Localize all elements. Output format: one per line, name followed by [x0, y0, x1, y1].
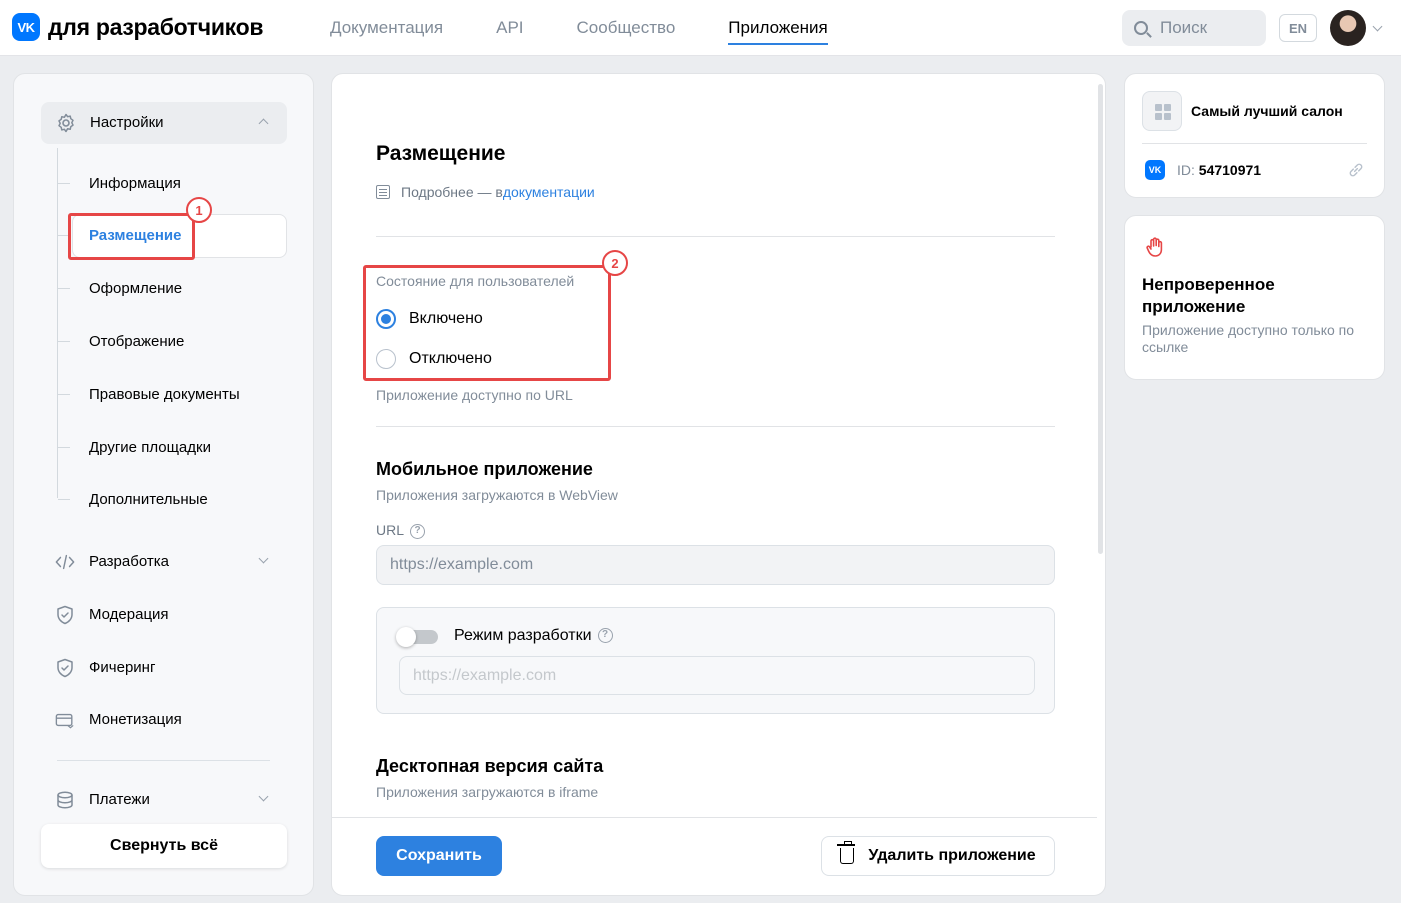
top-header: VK для разработчиков Документация API Со… — [0, 0, 1401, 56]
state-hint: Приложение доступно по URL — [376, 387, 573, 403]
help-icon[interactable]: ? — [597, 628, 613, 644]
card-divider — [1142, 143, 1367, 144]
sidebar-item-featuring[interactable]: Фичеринг — [89, 659, 155, 676]
unverified-title: Непроверенное приложение — [1142, 275, 1275, 316]
sidebar-item-development[interactable]: Разработка — [89, 553, 169, 570]
annotation-badge-1: 1 — [186, 197, 212, 223]
chevron-down-icon[interactable] — [258, 553, 269, 564]
sidebar-item-settings[interactable]: Настройки — [41, 102, 287, 144]
search-icon — [1134, 21, 1148, 35]
app-id-value: 54710971 — [1198, 162, 1262, 178]
annotation-box-1 — [68, 213, 195, 260]
chevron-down-icon[interactable] — [1372, 21, 1383, 32]
vk-logo-icon: VK — [1145, 160, 1165, 180]
avatar[interactable] — [1330, 10, 1366, 46]
doc-hint: Подробнее — в документации — [376, 184, 595, 200]
divider — [376, 236, 1055, 237]
divider — [376, 426, 1055, 427]
dev-url-input[interactable]: https://example.com — [399, 656, 1035, 695]
card-icon — [55, 713, 74, 729]
delete-app-button[interactable]: Удалить приложение — [821, 836, 1055, 876]
collapse-all-button[interactable]: Свернуть всё — [41, 824, 287, 868]
shield-check-icon — [57, 658, 73, 678]
shield-icon — [57, 605, 73, 625]
url-label: URL — [376, 522, 405, 538]
mobile-app-title: Мобильное приложение — [376, 459, 593, 479]
unverified-description: Приложение доступно только по ссылке — [1142, 322, 1355, 355]
language-button[interactable]: EN — [1279, 14, 1317, 42]
code-icon — [55, 554, 75, 570]
sidebar-item-display[interactable]: Отображение — [89, 333, 184, 350]
mobile-app-hint: Приложения загружаются в WebView — [376, 487, 618, 503]
sidebar-item-design[interactable]: Оформление — [89, 280, 182, 297]
trash-icon — [837, 841, 856, 864]
page-title: Размещение — [376, 142, 506, 165]
nav-community[interactable]: Сообщество — [577, 0, 676, 56]
sidebar-item-platforms[interactable]: Другие площадки — [89, 439, 211, 456]
document-icon — [376, 185, 390, 199]
sidebar-item-info[interactable]: Информация — [89, 175, 181, 192]
logo-text: для разработчиков — [48, 13, 264, 40]
search-placeholder: Поиск — [1160, 18, 1208, 37]
annotation-box-2 — [363, 265, 611, 381]
sidebar-divider — [57, 760, 270, 761]
sidebar: Настройки Информация Размещение Оформлен… — [13, 73, 314, 896]
app-icon — [1142, 91, 1182, 131]
dev-url-placeholder: https://example.com — [413, 666, 557, 684]
save-button[interactable]: Сохранить — [376, 836, 502, 876]
chevron-up-icon[interactable] — [258, 118, 269, 129]
url-input[interactable]: https://example.com — [376, 545, 1055, 585]
app-name: Самый лучший салон — [1191, 103, 1343, 119]
search-input[interactable]: Поиск — [1122, 10, 1266, 46]
sidebar-item-label: Настройки — [90, 114, 164, 131]
nav-api[interactable]: API — [496, 0, 523, 56]
sidebar-item-monetization[interactable]: Монетизация — [89, 711, 182, 728]
coins-icon — [57, 791, 73, 809]
nav-docs[interactable]: Документация — [330, 0, 443, 56]
main-nav: Документация API Сообщество Приложения — [330, 0, 881, 56]
site-logo[interactable]: VK для разработчиков — [12, 13, 263, 41]
dev-mode-label: Режим разработки — [454, 627, 592, 644]
hand-stop-icon — [1146, 237, 1163, 257]
documentation-link[interactable]: документации — [503, 184, 595, 200]
url-input-placeholder: https://example.com — [390, 556, 534, 573]
link-icon[interactable] — [1347, 161, 1365, 179]
desktop-title: Десктопная версия сайта — [376, 756, 604, 776]
url-label-row: URL? — [376, 522, 426, 539]
app-id-label: ID: — [1177, 162, 1195, 178]
doc-prefix: Подробнее — в — [401, 184, 503, 200]
app-id-row: ID: 54710971 — [1177, 162, 1261, 178]
sidebar-item-moderation[interactable]: Модерация — [89, 606, 169, 623]
vk-logo-icon: VK — [12, 13, 40, 41]
sidebar-item-legal[interactable]: Правовые документы — [89, 386, 240, 403]
desktop-hint: Приложения загружаются в iframe — [376, 784, 599, 800]
submenu-line — [57, 148, 58, 498]
nav-apps[interactable]: Приложения — [728, 0, 829, 56]
dev-mode-label-row: Режим разработки? — [454, 627, 613, 645]
delete-app-label: Удалить приложение — [868, 847, 1036, 864]
chevron-down-icon[interactable] — [258, 791, 269, 802]
gear-icon — [58, 113, 74, 133]
annotation-badge-2: 2 — [602, 250, 628, 276]
sidebar-item-payments[interactable]: Платежи — [89, 791, 150, 808]
scrollbar[interactable] — [1098, 84, 1103, 554]
help-icon[interactable]: ? — [410, 523, 426, 539]
dev-mode-toggle[interactable] — [396, 627, 438, 647]
footer-divider — [332, 817, 1097, 818]
sidebar-item-extra[interactable]: Дополнительные — [89, 491, 208, 508]
